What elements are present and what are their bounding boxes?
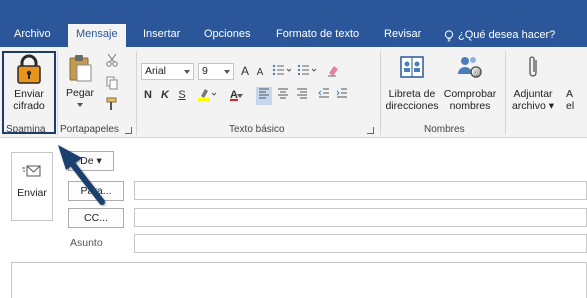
- align-right-icon[interactable]: [294, 87, 310, 105]
- attach-file-label-2: archivo ▾: [511, 100, 555, 112]
- group-label-clipboard: Portapapeles: [60, 124, 119, 135]
- attach-item-label-1: A: [566, 88, 574, 100]
- chevron-down-icon: [224, 70, 230, 74]
- subject-field[interactable]: [134, 234, 587, 253]
- address-book-label-1: Libreta de: [388, 88, 436, 100]
- subject-label: Asunto: [70, 237, 103, 249]
- tab-revisar[interactable]: Revisar: [376, 24, 429, 47]
- tab-insertar[interactable]: Insertar: [135, 24, 188, 47]
- attach-item-label-2: el: [566, 100, 575, 112]
- check-names-icon: @: [458, 57, 482, 78]
- grow-font-label: A: [240, 64, 249, 78]
- send-button[interactable]: Enviar: [11, 152, 53, 221]
- bold-label: N: [144, 89, 152, 101]
- font-color-button[interactable]: A: [222, 87, 246, 104]
- increase-indent-icon[interactable]: [334, 87, 350, 105]
- italic-label: K: [161, 89, 169, 101]
- numbering-icon[interactable]: [296, 63, 318, 83]
- address-book-button[interactable]: Libreta de direcciones: [384, 51, 440, 123]
- paperclip-icon: [529, 56, 537, 77]
- cc-button[interactable]: CC...: [68, 208, 124, 228]
- italic-button[interactable]: K: [158, 87, 172, 104]
- group-divider: [380, 51, 381, 135]
- address-book-label-2: direcciones: [385, 100, 439, 112]
- font-size-value: 9: [202, 65, 208, 77]
- from-button[interactable]: De ▾: [68, 151, 114, 171]
- address-book-icon: [400, 56, 424, 78]
- paste-button[interactable]: Pegar: [60, 51, 100, 123]
- tab-archivo[interactable]: Archivo: [6, 24, 59, 47]
- clear-formatting-icon[interactable]: [325, 63, 341, 83]
- ribbon-tab-bar: Archivo Mensaje Insertar Opciones Format…: [0, 0, 587, 48]
- check-names-label-2: nombres: [449, 100, 491, 112]
- to-field[interactable]: [134, 181, 587, 200]
- underline-label: S: [178, 89, 186, 101]
- bold-button[interactable]: N: [141, 87, 155, 104]
- paste-label: Pegar: [65, 87, 95, 99]
- chevron-down-icon: [237, 94, 243, 98]
- format-painter-icon[interactable]: [104, 97, 120, 117]
- align-left-icon[interactable]: [256, 87, 272, 105]
- attach-file-button[interactable]: Adjuntar archivo ▾: [508, 51, 558, 123]
- font-size-select[interactable]: 9: [198, 63, 234, 80]
- to-button[interactable]: Para...: [68, 181, 124, 201]
- tell-me-search[interactable]: ¿Qué desea hacer?: [436, 24, 563, 47]
- lightbulb-icon: [444, 29, 454, 41]
- attach-file-label-1: Adjuntar: [513, 88, 553, 100]
- group-divider: [505, 51, 506, 135]
- font-name-select[interactable]: Arial: [141, 63, 194, 80]
- grow-font-button[interactable]: A: [238, 63, 252, 80]
- shrink-font-button[interactable]: A: [254, 64, 266, 81]
- attach-item-button[interactable]: A el: [566, 88, 586, 112]
- bullets-icon[interactable]: [271, 63, 293, 83]
- cc-field[interactable]: [134, 208, 587, 227]
- svg-text:@: @: [473, 69, 480, 77]
- shrink-font-label: A: [256, 67, 264, 78]
- paste-dropdown[interactable]: [60, 102, 100, 108]
- group-label-names: Nombres: [424, 124, 465, 135]
- send-envelope-icon: [22, 165, 41, 177]
- outlook-compose-window: Archivo Mensaje Insertar Opciones Format…: [0, 0, 587, 298]
- group-label-basic-text: Texto básico: [229, 124, 285, 135]
- highlight-color-icon[interactable]: [196, 87, 220, 107]
- tab-formato-de-texto[interactable]: Formato de texto: [268, 24, 367, 47]
- basic-text-dialog-launcher[interactable]: [367, 127, 374, 134]
- attach-file-label-2-text: archivo: [511, 100, 546, 112]
- check-names-button[interactable]: @ Comprobar nombres: [440, 51, 500, 123]
- tab-opciones[interactable]: Opciones: [196, 24, 258, 47]
- clipboard-icon: [69, 55, 92, 82]
- message-body[interactable]: [11, 262, 587, 298]
- tell-me-label: ¿Qué desea hacer?: [458, 29, 556, 41]
- font-name-value: Arial: [145, 65, 167, 77]
- chevron-down-icon: [184, 70, 190, 74]
- copy-icon[interactable]: [104, 76, 120, 96]
- tab-mensaje[interactable]: Mensaje: [68, 24, 126, 48]
- align-center-icon[interactable]: [275, 87, 291, 105]
- group-divider: [136, 51, 137, 135]
- chevron-down-icon: [77, 103, 83, 107]
- spamina-highlight-frame: [2, 51, 56, 134]
- scissors-icon[interactable]: [104, 53, 120, 73]
- from-label: De: [80, 155, 94, 167]
- check-names-label-1: Comprobar: [443, 88, 497, 100]
- send-label: Enviar: [17, 187, 47, 199]
- decrease-indent-icon[interactable]: [316, 87, 332, 105]
- group-divider: [57, 51, 58, 135]
- clipboard-dialog-launcher[interactable]: [125, 127, 132, 134]
- underline-button[interactable]: S: [175, 87, 189, 104]
- ribbon: Enviar cifrado Spamina Pegar Portapapele…: [0, 47, 587, 138]
